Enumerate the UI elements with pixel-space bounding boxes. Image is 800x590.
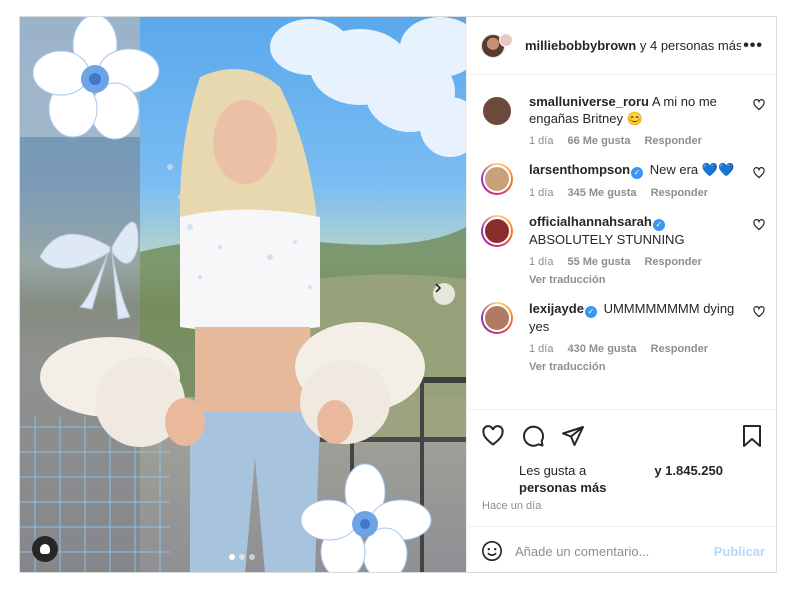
comment-username[interactable]: officialhannahsarah — [529, 214, 652, 229]
comment-likes[interactable]: 66 Me gusta — [567, 135, 630, 147]
comment-body: lexijayde ✓ UMMMMMMMM dying yes — [529, 300, 743, 335]
comment-username[interactable]: lexijayde — [529, 301, 584, 316]
verified-badge-icon: ✓ — [652, 219, 665, 231]
comment-body: larsenthompson ✓ New era 💙💙 — [529, 161, 743, 179]
commenter-avatar[interactable] — [481, 95, 513, 127]
comment-item: smalluniverse_roru A mi no me engañas Br… — [467, 93, 776, 147]
post-actions: Les gusta a y 1.845.250 personas más Hac… — [467, 409, 776, 572]
carousel-dots — [229, 554, 255, 560]
commenter-avatar[interactable] — [481, 302, 513, 334]
likes-others[interactable]: personas más — [519, 480, 606, 495]
comment-meta: 1 día 66 Me gusta Responder — [529, 135, 743, 147]
comment-time[interactable]: 1 día — [529, 256, 553, 268]
publish-button[interactable]: Publicar — [714, 544, 765, 559]
commenter-avatar[interactable] — [481, 163, 513, 195]
see-translation-link[interactable]: Ver traducción — [529, 361, 743, 373]
comments-list: smalluniverse_roru A mi no me engañas Br… — [467, 93, 776, 387]
comment-likes[interactable]: 55 Me gusta — [567, 256, 630, 268]
coauthors-text[interactable]: y 4 personas más — [640, 38, 741, 53]
post-time[interactable]: Hace un día — [482, 500, 541, 512]
post-header: milliebobbybrown y 4 personas más ••• — [467, 17, 776, 75]
comment-item: lexijayde ✓ UMMMMMMMM dying yes 1 día 430… — [467, 300, 776, 373]
comment-likes[interactable]: 430 Me gusta — [567, 343, 636, 355]
comment-time[interactable]: 1 día — [529, 343, 553, 355]
share-send-icon[interactable] — [561, 424, 585, 448]
author-username[interactable]: milliebobbybrown — [525, 38, 636, 53]
comment-text: ABSOLUTELY STUNNING — [529, 232, 685, 247]
post-authors: milliebobbybrown y 4 personas más — [525, 38, 741, 53]
reply-button[interactable]: Responder — [651, 343, 708, 355]
photo-illustration — [20, 17, 466, 572]
chevron-right-icon — [435, 283, 442, 293]
verified-badge-icon: ✓ — [584, 306, 597, 318]
carousel-dot[interactable] — [229, 554, 235, 560]
comment-meta: 1 día 430 Me gusta Responder — [529, 343, 743, 355]
comment-body: smalluniverse_roru A mi no me engañas Br… — [529, 93, 743, 127]
post-photo[interactable] — [20, 17, 466, 572]
post-dialog: milliebobbybrown y 4 personas más ••• sm… — [19, 16, 777, 573]
commenter-avatar[interactable] — [481, 215, 513, 247]
like-heart-icon[interactable] — [481, 424, 505, 448]
heart-icon[interactable] — [753, 99, 765, 111]
comment-item: larsenthompson ✓ New era 💙💙 1 día 345 Me … — [467, 161, 776, 199]
likes-summary[interactable]: Les gusta a y 1.845.250 personas más — [519, 462, 769, 496]
reply-button[interactable]: Responder — [644, 256, 701, 268]
comment-meta: 1 día 345 Me gusta Responder — [529, 187, 743, 199]
comment-body: officialhannahsarah ✓ ABSOLUTELY STUNNING — [529, 213, 743, 248]
comment-time[interactable]: 1 día — [529, 135, 553, 147]
see-translation-link[interactable]: Ver traducción — [529, 274, 743, 286]
comment-time[interactable]: 1 día — [529, 187, 553, 199]
carousel-dot[interactable] — [239, 554, 245, 560]
bookmark-icon[interactable] — [741, 424, 763, 448]
comment-item: officialhannahsarah ✓ ABSOLUTELY STUNNING… — [467, 213, 776, 286]
heart-icon[interactable] — [753, 306, 765, 318]
action-icons — [481, 424, 585, 448]
emoji-icon[interactable] — [481, 540, 503, 562]
reply-button[interactable]: Responder — [651, 187, 708, 199]
comment-likes[interactable]: 345 Me gusta — [567, 187, 636, 199]
post-side-panel: milliebobbybrown y 4 personas más ••• sm… — [466, 17, 776, 572]
likes-prefix: Les gusta a — [519, 463, 587, 478]
comment-bubble-icon[interactable] — [521, 424, 545, 448]
add-comment-bar: Publicar — [467, 526, 776, 572]
more-horizontal-icon[interactable]: ••• — [743, 37, 763, 55]
comment-text: New era 💙💙 — [649, 162, 735, 177]
heart-icon[interactable] — [753, 167, 765, 179]
tagged-users-button[interactable] — [32, 536, 58, 562]
coauthor-avatar[interactable] — [499, 32, 513, 47]
comment-username[interactable]: larsenthompson — [529, 162, 630, 177]
user-icon — [40, 544, 50, 554]
carousel-dot[interactable] — [249, 554, 255, 560]
reply-button[interactable]: Responder — [644, 135, 701, 147]
likes-count[interactable]: y 1.845.250 — [654, 462, 723, 479]
comment-input[interactable] — [515, 543, 701, 559]
verified-badge-icon: ✓ — [631, 167, 644, 179]
carousel-next-button[interactable] — [433, 283, 455, 305]
heart-icon[interactable] — [753, 219, 765, 231]
comment-username[interactable]: smalluniverse_roru — [529, 94, 649, 109]
comment-meta: 1 día 55 Me gusta Responder — [529, 256, 743, 268]
